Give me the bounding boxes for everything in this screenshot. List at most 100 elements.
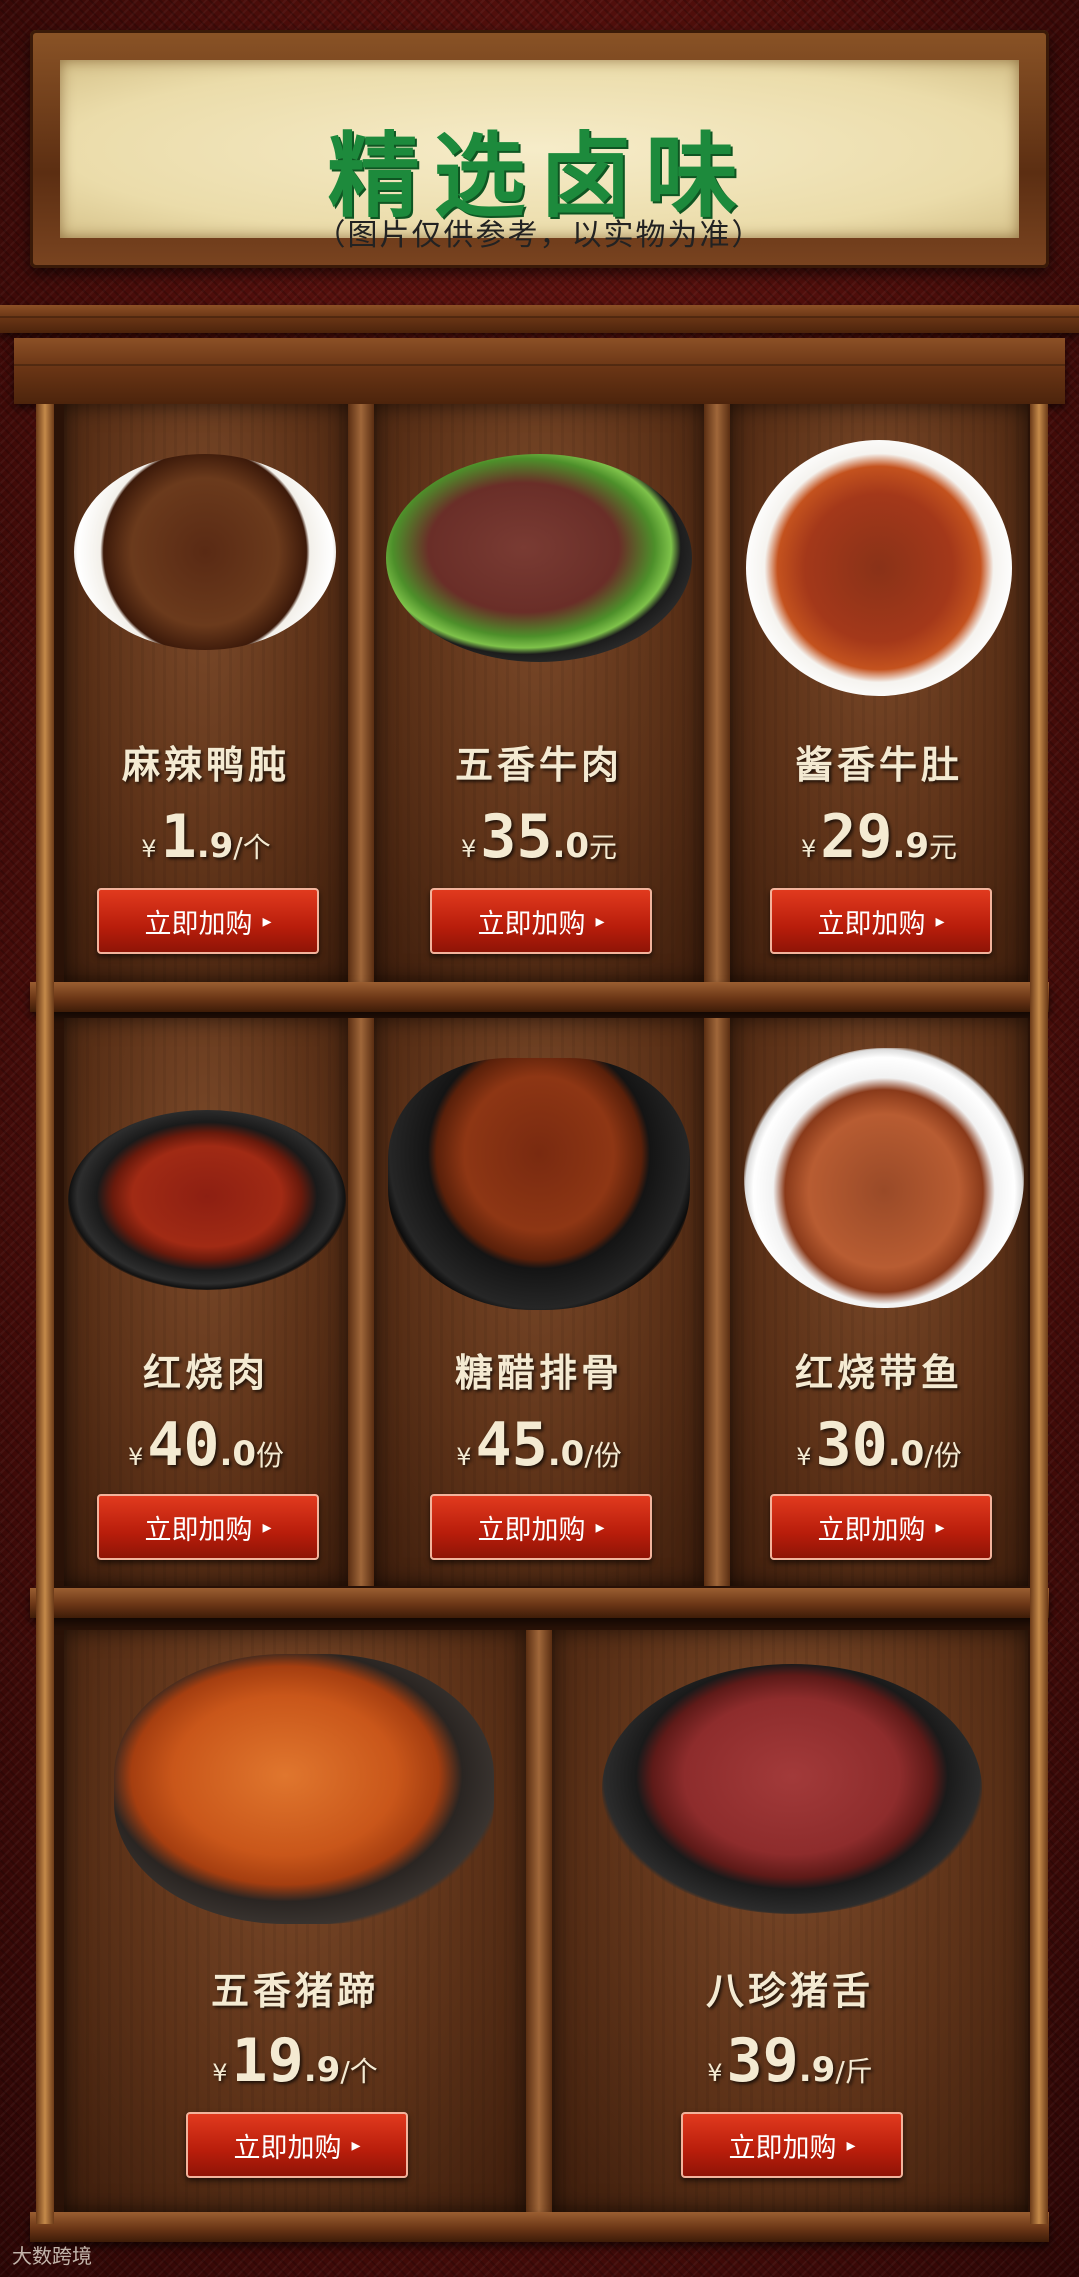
add-to-cart-button[interactable]: 立即加购 ▸	[430, 888, 652, 954]
braised-pork-dish-icon	[68, 1110, 346, 1290]
button-label: 立即加购	[144, 1514, 253, 1546]
price-integer: 35	[480, 802, 553, 872]
add-to-cart-button[interactable]: 立即加购 ▸	[186, 2112, 408, 2178]
header-beam	[14, 338, 1065, 404]
product-price: ¥30.0/份	[730, 1410, 1028, 1480]
title-sign: 精选卤味 （图片仅供参考，以实物为准）	[30, 30, 1049, 268]
play-arrow-icon: ▸	[935, 1516, 945, 1538]
price-integer: 39	[726, 2026, 799, 2096]
price-integer: 40	[147, 1410, 220, 1480]
pork-tongue-dish-icon	[602, 1664, 982, 1914]
play-arrow-icon: ▸	[262, 1516, 272, 1538]
button-label: 立即加购	[817, 1514, 926, 1546]
add-to-cart-button[interactable]: 立即加购 ▸	[97, 1494, 319, 1560]
price-integer: 45	[475, 1410, 548, 1480]
product-name: 红烧肉	[142, 1350, 269, 1395]
product-card: 红烧带鱼 ¥30.0/份 立即加购 ▸	[730, 1018, 1028, 1586]
add-to-cart-button[interactable]: 立即加购 ▸	[97, 888, 319, 954]
price-unit: /个	[340, 2055, 378, 2088]
price-unit: /个	[233, 831, 271, 864]
currency-symbol: ¥	[212, 2059, 228, 2087]
add-to-cart-button[interactable]: 立即加购 ▸	[770, 888, 992, 954]
duck-gizzard-dish-icon	[74, 454, 336, 650]
button-label: 立即加购	[477, 1514, 586, 1546]
product-price: ¥19.9/个	[64, 2026, 526, 2096]
add-to-cart-button[interactable]: 立即加购 ▸	[770, 1494, 992, 1560]
product-card: 糖醋排骨 ¥45.0/份 立即加购 ▸	[374, 1018, 704, 1586]
price-decimal: .0	[219, 1434, 257, 1474]
currency-symbol: ¥	[456, 1443, 472, 1471]
price-decimal: .9	[303, 2050, 341, 2090]
price-integer: 29	[820, 802, 893, 872]
play-arrow-icon: ▸	[595, 910, 605, 932]
spare-ribs-dish-icon	[388, 1058, 690, 1310]
currency-symbol: ¥	[127, 1443, 144, 1471]
price-decimal: .9	[196, 826, 234, 866]
product-name: 麻辣鸭肫	[121, 742, 290, 787]
product-price: ¥40.0份	[64, 1410, 348, 1480]
product-card: 八珍猪舌 ¥39.9/斤 立即加购 ▸	[552, 1630, 1028, 2212]
divider	[704, 404, 730, 982]
product-name: 糖醋排骨	[454, 1350, 623, 1395]
beef-tripe-dish-icon	[746, 440, 1012, 696]
shelf	[30, 2212, 1049, 2242]
product-name: 五香牛肉	[454, 742, 623, 787]
watermark-logo: 大数跨境	[12, 2244, 92, 2268]
product-price: ¥35.0元	[374, 802, 704, 872]
play-arrow-icon: ▸	[846, 2134, 856, 2156]
button-label: 立即加购	[144, 908, 253, 940]
spiced-beef-dish-icon	[386, 454, 692, 662]
play-arrow-icon: ▸	[595, 1516, 605, 1538]
currency-symbol: ¥	[800, 835, 817, 863]
price-unit: 元	[929, 831, 958, 864]
price-decimal: .9	[798, 2050, 836, 2090]
play-arrow-icon: ▸	[351, 2134, 361, 2156]
price-integer: 19	[231, 2026, 304, 2096]
product-price: ¥39.9/斤	[552, 2026, 1028, 2096]
price-decimal: .0	[887, 1434, 925, 1474]
product-price: ¥45.0/份	[374, 1410, 704, 1480]
add-to-cart-button[interactable]: 立即加购 ▸	[681, 2112, 903, 2178]
add-to-cart-button[interactable]: 立即加购 ▸	[430, 1494, 652, 1560]
price-unit: 元	[589, 831, 618, 864]
menu-page: 精选卤味 （图片仅供参考，以实物为准） 麻辣鸭肫 ¥1.9/个 立即加购 ▸ 五…	[0, 0, 1079, 2277]
product-name: 红烧带鱼	[794, 1350, 963, 1395]
product-price: ¥29.9元	[730, 802, 1028, 872]
product-name: 五香猪蹄	[210, 1968, 379, 2013]
product-card: 酱香牛肚 ¥29.9元 立即加购 ▸	[730, 404, 1028, 982]
price-integer: 30	[815, 1410, 888, 1480]
divider	[348, 404, 374, 982]
product-card: 五香猪蹄 ¥19.9/个 立即加购 ▸	[64, 1630, 526, 2212]
price-integer: 1	[160, 802, 197, 872]
title-board: 精选卤味 （图片仅供参考，以实物为准）	[60, 60, 1019, 253]
divider	[704, 1018, 730, 1586]
button-label: 立即加购	[728, 2132, 837, 2164]
play-arrow-icon: ▸	[262, 910, 272, 932]
currency-symbol: ¥	[141, 835, 157, 863]
product-price: ¥1.9/个	[64, 802, 348, 872]
product-card: 五香牛肉 ¥35.0元 立即加购 ▸	[374, 404, 704, 982]
product-card: 麻辣鸭肫 ¥1.9/个 立即加购 ▸	[64, 404, 348, 982]
button-label: 立即加购	[233, 2132, 342, 2164]
currency-symbol: ¥	[707, 2059, 723, 2087]
pig-trotter-dish-icon	[114, 1654, 494, 1924]
product-name: 八珍猪舌	[705, 1968, 874, 2013]
divider	[348, 1018, 374, 1586]
shelf	[30, 982, 1049, 1012]
page-subtitle: （图片仅供参考，以实物为准）	[315, 218, 764, 253]
hairtail-fish-dish-icon	[744, 1048, 1024, 1308]
left-post	[36, 404, 54, 2224]
price-unit: 份	[256, 1439, 285, 1472]
right-post	[1030, 404, 1048, 2224]
shelf	[30, 1588, 1049, 1618]
button-label: 立即加购	[477, 908, 586, 940]
price-unit: /份	[584, 1439, 622, 1472]
product-name: 酱香牛肚	[794, 742, 963, 787]
price-unit: /斤	[835, 2055, 873, 2088]
currency-symbol: ¥	[796, 1443, 812, 1471]
product-card: 红烧肉 ¥40.0份 立即加购 ▸	[64, 1018, 348, 1586]
currency-symbol: ¥	[460, 835, 477, 863]
top-beam	[0, 305, 1079, 333]
price-decimal: .0	[547, 1434, 585, 1474]
play-arrow-icon: ▸	[935, 910, 945, 932]
